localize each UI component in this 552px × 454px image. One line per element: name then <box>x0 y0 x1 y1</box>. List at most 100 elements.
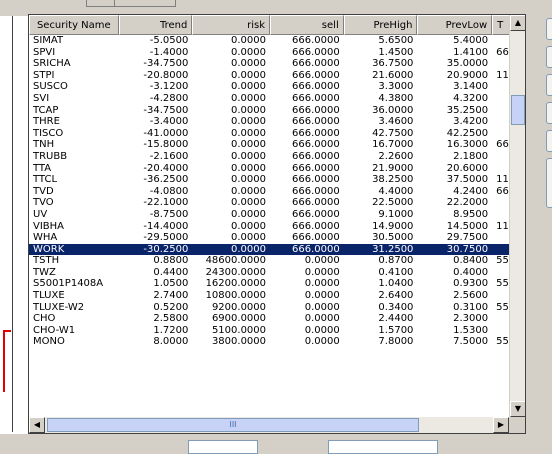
bottom-bar <box>28 436 526 454</box>
table-row[interactable]: TWZ 0.4400 24300.0000 0.0000 0.4100 0.4000 <box>29 267 525 279</box>
cell-trend: -4.2800 <box>149 92 189 104</box>
cell-prehigh: 4.3800 <box>378 92 414 104</box>
side-button-3[interactable] <box>546 74 552 96</box>
tab-remnant-2[interactable] <box>114 0 176 7</box>
cell-trend: -20.4000 <box>143 162 189 174</box>
table-row[interactable]: TVD -4.0800 0.0000 666.0000 4.4000 4.2400 66 <box>29 186 525 198</box>
cell-sell: 666.0000 <box>292 69 340 81</box>
column-header-prehigh[interactable]: PreHigh <box>343 15 418 35</box>
horizontal-scrollbar[interactable]: ◀ III ▶ <box>29 417 509 433</box>
list-rows: SIMAT -5.0500 0.0000 666.0000 5.6500 5.4000 SP… <box>29 35 525 348</box>
scroll-up-arrow-icon[interactable]: ▲ <box>510 15 525 31</box>
cell-security-name: TTA <box>33 162 52 174</box>
column-header-risk[interactable]: risk <box>192 15 271 35</box>
table-row[interactable]: SVI -4.2800 0.0000 666.0000 4.3800 4.3200 <box>29 93 525 105</box>
cell-prevlow: 8.9500 <box>453 208 489 220</box>
bottom-field-1[interactable] <box>188 440 258 454</box>
cell-security-name: TVD <box>33 185 54 197</box>
table-row[interactable]: TVO -22.1000 0.0000 666.0000 22.5000 22.2000 <box>29 197 525 209</box>
column-header-trend[interactable]: Trend <box>118 15 193 35</box>
cell-prevlow: 1.5300 <box>453 324 489 336</box>
cell-prehigh: 16.7000 <box>372 139 414 151</box>
scroll-down-arrow-icon[interactable]: ▼ <box>510 401 525 417</box>
side-button-4[interactable] <box>546 102 552 124</box>
table-row[interactable]: TNH -15.8000 0.0000 666.0000 16.7000 16.3000 6… <box>29 139 525 151</box>
tab-remnant-1[interactable] <box>86 0 116 7</box>
table-row[interactable]: SPVI -1.4000 0.0000 666.0000 1.4500 1.4100 66 <box>29 47 525 59</box>
cell-security-name: TTCL <box>33 174 58 186</box>
cell-sell: 666.0000 <box>292 208 340 220</box>
table-row[interactable]: CHO 2.5800 6900.0000 0.0000 2.4400 2.3000 <box>29 313 525 325</box>
table-row[interactable]: SIMAT -5.0500 0.0000 666.0000 5.6500 5.4000 <box>29 35 525 47</box>
cell-prehigh: 14.9000 <box>372 220 414 232</box>
cell-prevlow: 0.3100 <box>453 301 489 313</box>
cell-trend: 8.0000 <box>153 336 189 348</box>
cell-prehigh: 9.1000 <box>378 208 414 220</box>
table-row[interactable]: UV -8.7500 0.0000 666.0000 9.1000 8.9500 <box>29 209 525 221</box>
chart-red-line <box>3 330 11 392</box>
table-row[interactable]: SRICHA -34.7500 0.0000 666.0000 36.7500 35.00… <box>29 58 525 70</box>
cell-trend: 2.7400 <box>153 290 189 302</box>
table-row[interactable]: MONO 8.0000 3800.0000 0.0000 7.8000 7.5000 55 <box>29 336 525 348</box>
table-row[interactable]: STPI -20.8000 0.0000 666.0000 21.6000 20.9000… <box>29 70 525 82</box>
cell-sell: 666.0000 <box>292 174 340 186</box>
cell-security-name: TSTH <box>33 255 60 267</box>
cell-trend: 0.8800 <box>153 255 189 267</box>
cell-security-name: THRE <box>33 116 60 128</box>
cell-prevlow: 0.4000 <box>453 266 489 278</box>
cell-sell: 666.0000 <box>292 232 340 244</box>
table-row[interactable]: WHA -29.5000 0.0000 666.0000 30.5000 29.7500 <box>29 232 525 244</box>
table-row[interactable]: TRUBB -2.1600 0.0000 666.0000 2.2600 2.1800 <box>29 151 525 163</box>
table-row[interactable]: TISCO -41.0000 0.0000 666.0000 42.7500 42.250… <box>29 128 525 140</box>
table-row[interactable]: TSTH 0.8800 48600.0000 0.0000 0.8700 0.8400 55 <box>29 255 525 267</box>
cell-risk: 0.0000 <box>231 185 267 197</box>
security-list-view[interactable]: Security Name Trend risk sell PreHigh Pr… <box>28 14 526 434</box>
table-row[interactable]: TLUXE 2.7400 10800.0000 0.0000 2.6400 2.5600 <box>29 290 525 302</box>
cell-sell: 666.0000 <box>292 81 340 93</box>
side-button-2[interactable] <box>546 46 552 68</box>
table-row[interactable]: TTA -20.4000 0.0000 666.0000 21.9000 20.6000 <box>29 163 525 175</box>
cell-sell: 666.0000 <box>292 127 340 139</box>
table-row[interactable]: SUSCO -3.1200 0.0000 666.0000 3.3000 3.1400 <box>29 81 525 93</box>
cell-prevlow: 14.5000 <box>446 220 489 232</box>
vertical-scroll-thumb[interactable] <box>511 95 525 125</box>
cell-sell: 666.0000 <box>292 35 340 46</box>
vertical-scrollbar[interactable]: ▲ ▼ <box>509 15 525 417</box>
left-chart-edge <box>0 0 30 454</box>
cell-prevlow: 4.3200 <box>453 92 489 104</box>
table-row[interactable]: VIBHA -14.4000 0.0000 666.0000 14.9000 14.500… <box>29 221 525 233</box>
cell-security-name: SPVI <box>33 46 56 58</box>
table-row[interactable]: WORK -30.2500 0.0000 666.0000 31.2500 30.7500 <box>29 243 525 256</box>
table-row[interactable]: THRE -3.4000 0.0000 666.0000 3.4600 3.4200 <box>29 116 525 128</box>
column-header-prevlow[interactable]: PrevLow <box>417 15 493 35</box>
cell-trend: 2.5800 <box>153 313 189 325</box>
horizontal-scroll-thumb[interactable]: III <box>47 418 419 432</box>
scroll-left-arrow-icon[interactable]: ◀ <box>29 417 45 433</box>
scroll-right-arrow-icon[interactable]: ▶ <box>493 417 509 433</box>
right-button-strip <box>526 14 552 454</box>
cell-risk: 0.0000 <box>231 232 267 244</box>
table-row[interactable]: TTCL -36.2500 0.0000 666.0000 38.2500 37.5000… <box>29 174 525 186</box>
cell-prevlow: 20.9000 <box>446 69 489 81</box>
table-row[interactable]: S5001P1408A 1.0500 16200.0000 0.0000 1.0400 0… <box>29 278 525 290</box>
table-row[interactable]: TCAP -34.7500 0.0000 666.0000 36.0000 35.2500 <box>29 105 525 117</box>
cell-security-name: TNH <box>33 139 55 151</box>
side-button-1[interactable] <box>546 18 552 40</box>
column-header-sell[interactable]: sell <box>270 15 344 35</box>
table-row[interactable]: TLUXE-W2 0.5200 9200.0000 0.0000 0.3400 0.310… <box>29 302 525 314</box>
cell-prevlow: 22.2000 <box>446 197 489 209</box>
cell-security-name: TWZ <box>33 266 56 278</box>
cell-security-name: STPI <box>33 69 55 81</box>
column-header-security-name[interactable]: Security Name <box>29 15 119 35</box>
table-row[interactable]: CHO-W1 1.7200 5100.0000 0.0000 1.5700 1.5300 <box>29 325 525 337</box>
cell-sell: 0.0000 <box>304 278 340 290</box>
bottom-field-2[interactable] <box>328 440 438 454</box>
cell-sell: 666.0000 <box>292 139 340 151</box>
cell-sell: 666.0000 <box>292 116 340 128</box>
side-button-6[interactable] <box>546 158 552 208</box>
cell-prehigh: 36.7500 <box>372 58 414 70</box>
cell-prevlow: 37.5000 <box>446 174 489 186</box>
side-button-5[interactable] <box>546 130 552 152</box>
cell-trend: 0.5200 <box>153 301 189 313</box>
cell-risk: 0.0000 <box>231 208 267 220</box>
